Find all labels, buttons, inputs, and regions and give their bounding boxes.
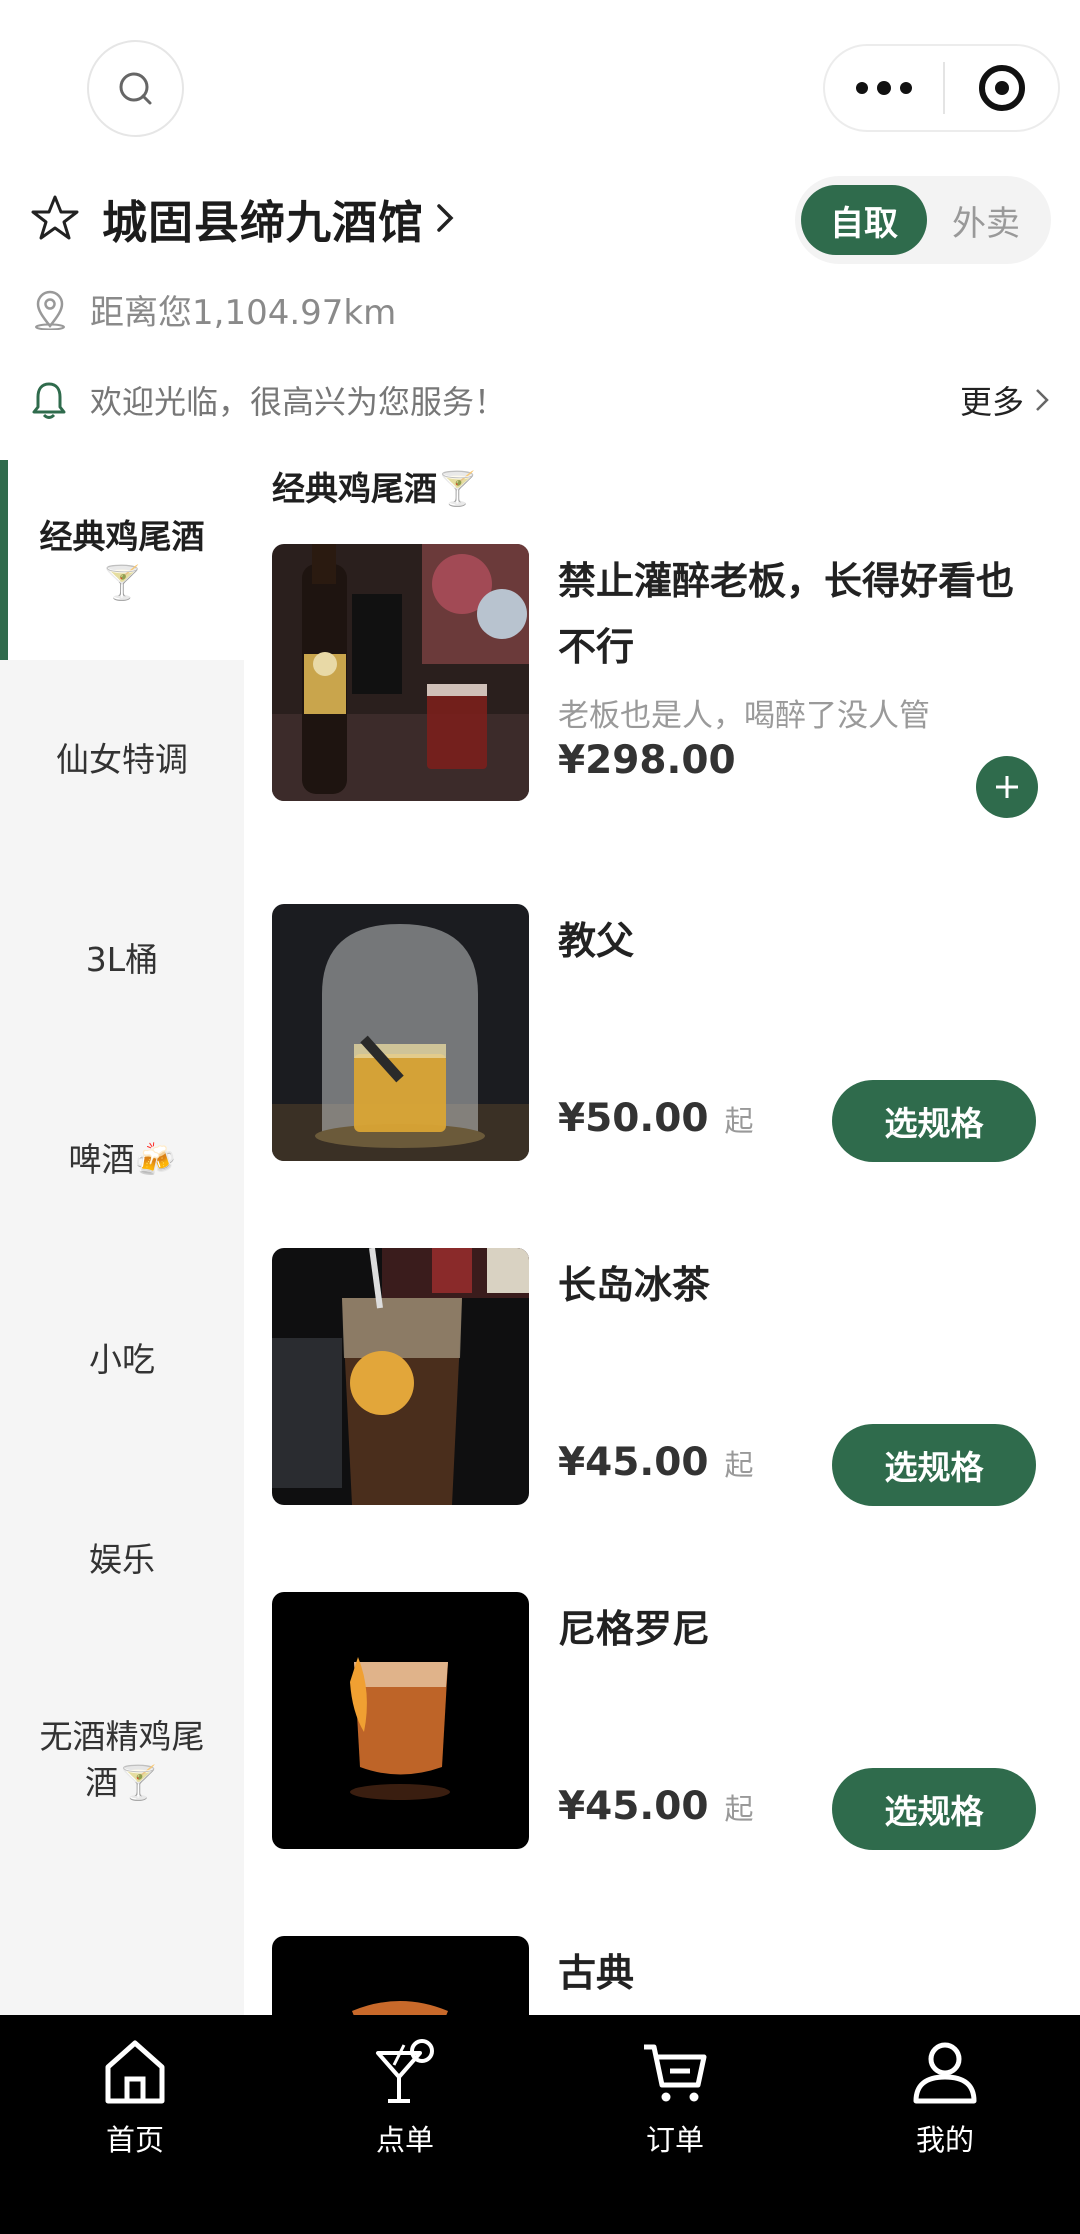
category-item[interactable]: 3L桶 (0, 860, 244, 1060)
product-description: 老板也是人，喝醉了没人管 (558, 698, 930, 734)
category-label: 娱乐 (89, 1539, 155, 1579)
product-item[interactable]: 教父 ¥50.00 起 选规格 (272, 904, 1052, 1164)
bell-icon (32, 382, 66, 419)
notice-text: 欢迎光临，很高兴为您服务！ (90, 383, 507, 421)
tab-label: 订单 (645, 2123, 704, 2157)
more-menu-button[interactable] (825, 46, 943, 130)
bottom-tab-bar: 首页 点单 订单 我的 (0, 2015, 1080, 2234)
product-image (272, 544, 529, 801)
product-name: 禁止灌醉老板，长得好看也不行 (558, 559, 1015, 669)
tab-order[interactable]: 点单 (270, 2015, 540, 2234)
more-dots-icon (856, 82, 868, 94)
category-sidebar: 经典鸡尾酒🍸 仙女特调 3L桶 啤酒🍻 小吃 娱乐 无酒精鸡尾酒🍸 (0, 460, 244, 2015)
shop-header[interactable]: 城固县缔九酒馆 (30, 186, 456, 250)
price-suffix: 起 (724, 1104, 754, 1138)
star-icon[interactable] (30, 193, 80, 243)
select-spec-button[interactable]: 选规格 (832, 1768, 1036, 1850)
target-icon (978, 65, 1025, 111)
product-item[interactable]: 长岛冰茶 ¥45.00 起 选规格 (272, 1248, 1052, 1508)
order-mode-toggle: 自取 外卖 (795, 176, 1051, 264)
pickup-tab[interactable]: 自取 (801, 185, 927, 255)
delivery-tab[interactable]: 外卖 (927, 185, 1045, 255)
category-item[interactable]: 娱乐 (0, 1460, 244, 1660)
product-name: 古典 (558, 1951, 635, 1995)
chevron-right-icon (1036, 389, 1049, 411)
category-label: 3L桶 (85, 939, 159, 979)
price-suffix: 起 (724, 1448, 754, 1482)
category-item[interactable]: 无酒精鸡尾酒🍸 (0, 1660, 244, 1860)
product-price: ¥50.00 (558, 1096, 709, 1141)
category-label: 仙女特调 (56, 739, 188, 779)
product-name: 尼格罗尼 (558, 1607, 711, 1651)
user-icon (913, 2042, 977, 2104)
distance-text: 距离您1,104.97km (90, 292, 397, 333)
tab-profile[interactable]: 我的 (810, 2015, 1080, 2234)
category-item[interactable]: 小吃 (0, 1260, 244, 1460)
category-label: 啤酒🍻 (68, 1139, 176, 1179)
search-button[interactable] (87, 40, 184, 137)
product-image (272, 1592, 529, 1849)
select-spec-button[interactable]: 选规格 (832, 1424, 1036, 1506)
price-group: ¥298.00 (558, 738, 736, 783)
product-price: ¥45.00 (558, 1440, 709, 1485)
product-name: 教父 (558, 919, 635, 963)
category-label: 无酒精鸡尾酒🍸 (39, 1716, 205, 1802)
search-icon (119, 72, 151, 104)
select-spec-button[interactable]: 选规格 (832, 1080, 1036, 1162)
tab-label: 首页 (105, 2123, 164, 2157)
section-title: 经典鸡尾酒🍸 (272, 469, 479, 508)
location-pin-icon (35, 290, 65, 330)
tab-label: 点单 (375, 2123, 434, 2157)
cart-icon (644, 2044, 707, 2102)
chevron-right-icon (437, 204, 454, 232)
product-image (272, 1248, 529, 1505)
category-label: 小吃 (89, 1339, 155, 1379)
add-to-cart-button[interactable] (976, 756, 1038, 818)
product-item[interactable]: 禁止灌醉老板，长得好看也不行 老板也是人，喝醉了没人管 ¥298.00 (272, 544, 1052, 818)
cocktail-icon (376, 2039, 434, 2103)
category-item[interactable]: 经典鸡尾酒🍸 (0, 460, 244, 660)
more-label: 更多 (959, 383, 1024, 421)
tab-label: 我的 (915, 2123, 974, 2157)
price-group: ¥45.00 起 (558, 1784, 754, 1829)
price-suffix: 起 (724, 1792, 754, 1826)
product-name: 长岛冰茶 (558, 1263, 711, 1307)
plus-icon (996, 776, 1018, 798)
product-price: ¥45.00 (558, 1784, 709, 1829)
product-image (272, 1936, 529, 2016)
more-link[interactable]: 更多 (960, 377, 1050, 423)
product-item[interactable]: 尼格罗尼 ¥45.00 起 选规格 (272, 1592, 1052, 1852)
category-item[interactable]: 仙女特调 (0, 660, 244, 860)
product-image (272, 904, 529, 1161)
category-item[interactable]: 啤酒🍻 (0, 1060, 244, 1260)
tab-home[interactable]: 首页 (0, 2015, 270, 2234)
home-icon (105, 2040, 165, 2104)
price-group: ¥45.00 起 (558, 1440, 754, 1485)
shop-name: 城固县缔九酒馆 (102, 195, 425, 249)
category-label: 经典鸡尾酒🍸 (39, 516, 205, 602)
close-miniprogram-button[interactable] (945, 46, 1058, 130)
price-group: ¥50.00 起 (558, 1096, 754, 1141)
tab-orders[interactable]: 订单 (540, 2015, 810, 2234)
distance-row: 距离您1,104.97km (32, 284, 396, 334)
notice-bar: 欢迎光临，很高兴为您服务！ 更多 (30, 374, 1050, 426)
product-price: ¥298.00 (558, 738, 736, 783)
product-item[interactable]: 古典 (272, 1936, 1052, 2016)
miniprogram-capsule (823, 44, 1060, 132)
